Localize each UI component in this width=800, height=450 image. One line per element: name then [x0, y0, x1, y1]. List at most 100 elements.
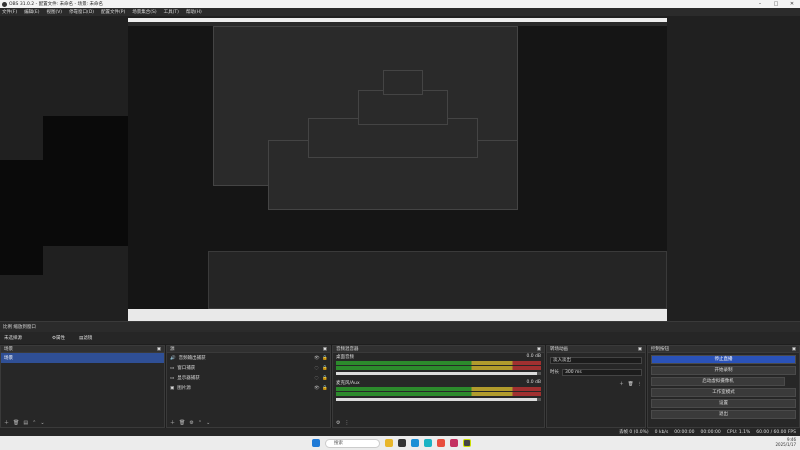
windows-start-icon[interactable]	[312, 439, 320, 447]
mixer-title: 音频混音器	[336, 347, 359, 352]
menu-help[interactable]: 帮助(H)	[186, 9, 202, 15]
preview-shadow	[43, 116, 128, 246]
duration-input[interactable]: 300 ms	[562, 368, 642, 376]
transitions-title: 转场动画	[550, 347, 568, 352]
menu-edit[interactable]: 编辑(E)	[24, 9, 39, 15]
record-time: 00:00:00	[700, 429, 721, 435]
nested-frame	[383, 70, 423, 95]
app-icon[interactable]	[424, 439, 432, 447]
channel-name: 桌面音频	[336, 355, 354, 360]
app-icon[interactable]	[398, 439, 406, 447]
scenes-title: 场景	[4, 347, 13, 352]
filter-icon[interactable]: ▤	[23, 420, 28, 426]
preview-ruler: 比例 缩放到窗口	[0, 321, 800, 332]
preview-shadow	[0, 160, 43, 275]
volume-meter	[336, 361, 541, 365]
up-icon[interactable]: ⌃	[198, 420, 202, 426]
bitrate: 0 kb/s	[654, 429, 669, 435]
filters-button[interactable]: ▤ 滤镜	[79, 335, 92, 342]
search-box[interactable]: 搜索	[325, 438, 380, 448]
window-icon: ▭	[170, 365, 175, 371]
source-toolbar: 未选择源 ⚙ 属性 ▤ 滤镜	[0, 332, 800, 344]
volume-slider[interactable]	[336, 398, 541, 401]
channel-name: 麦克风/Aux	[336, 381, 360, 386]
add-icon[interactable]: ＋	[619, 381, 624, 387]
scene-item[interactable]: 场景	[1, 353, 164, 363]
add-icon[interactable]: ＋	[170, 419, 175, 426]
sources-dock: 源 ▣ 🔊 音频输出捕获 👁 🔒 ▭ 窗口捕获 ◌ 🔒 ▭ 显示器捕获 ◌ 🔒 ▣ 图片源 👁 🔒 ＋ 🗑 ⚙…	[166, 345, 331, 428]
eye-icon[interactable]: 👁	[314, 356, 320, 361]
close-icon[interactable]: ✕	[784, 0, 800, 8]
gear-icon[interactable]: ⚙	[336, 420, 340, 426]
dock-menu-icon[interactable]: ▣	[537, 347, 541, 352]
status-bar: 丢帧 0 (0.0%) 0 kb/s 00:00:00 00:00:00 CPU…	[0, 428, 800, 436]
explorer-icon[interactable]	[385, 439, 393, 447]
exit-button[interactable]: 退出	[651, 410, 796, 419]
menu-bar: 文件(F) 编辑(E) 视图(V) 停靠窗口(D) 配置文件(P) 场景集合(S…	[0, 8, 800, 16]
lock-icon[interactable]: 🔒	[322, 366, 328, 371]
obs-icon[interactable]	[463, 439, 471, 447]
gear-icon[interactable]: ⚙	[189, 420, 193, 426]
remove-icon[interactable]: 🗑	[179, 420, 185, 426]
up-icon[interactable]: ⌃	[32, 420, 36, 426]
settings-button[interactable]: 设置	[651, 399, 796, 408]
source-item[interactable]: ▭ 显示器捕获 ◌ 🔒	[167, 373, 330, 383]
start-recording-button[interactable]: 开始录制	[651, 366, 796, 375]
menu-docks[interactable]: 停靠窗口(D)	[69, 9, 94, 15]
dock-menu-icon[interactable]: ▣	[323, 347, 327, 352]
menu-scene-collection[interactable]: 场景集合(S)	[132, 9, 156, 15]
volume-meter	[336, 387, 541, 391]
dock-menu-icon[interactable]: ▣	[792, 347, 796, 352]
chrome-icon[interactable]	[437, 439, 445, 447]
stop-streaming-button[interactable]: 停止直播	[651, 355, 796, 364]
more-icon[interactable]: ⋮	[344, 420, 349, 426]
menu-file[interactable]: 文件(F)	[2, 9, 17, 15]
lock-icon[interactable]: 🔒	[322, 356, 328, 361]
channel-db: 0.0 dB	[526, 380, 541, 385]
nested-docks	[208, 251, 667, 309]
maximize-icon[interactable]: □	[768, 0, 784, 8]
source-item[interactable]: ▭ 窗口捕获 ◌ 🔒	[167, 363, 330, 373]
mixer-channel: 桌面音频 0.0 dB	[333, 353, 544, 375]
taskbar: 搜索	[0, 436, 800, 450]
obs-logo-icon	[2, 1, 7, 7]
source-item[interactable]: 🔊 音频输出捕获 👁 🔒	[167, 353, 330, 363]
source-item[interactable]: ▣ 图片源 👁 🔒	[167, 383, 330, 393]
dock-menu-icon[interactable]: ▣	[157, 347, 161, 352]
stream-time: 00:00:00	[674, 429, 695, 435]
nested-taskbar	[128, 309, 667, 321]
speaker-icon: 🔊	[170, 355, 176, 361]
remove-icon[interactable]: 🗑	[13, 420, 19, 426]
studio-mode-button[interactable]: 工作室模式	[651, 388, 796, 397]
fps: 60.00 / 60.00 FPS	[756, 429, 796, 435]
edge-icon[interactable]	[411, 439, 419, 447]
audio-mixer-dock: 音频混音器 ▣ 桌面音频 0.0 dB 麦克风/Aux 0.0 dB ⚙ ⋮	[332, 345, 545, 428]
window-title: OBS 31.0.2 - 配置文件: 未命名 - 场景: 未命名	[9, 2, 104, 7]
menu-profile[interactable]: 配置文件(P)	[101, 9, 125, 15]
cpu-usage: CPU: 1.1%	[726, 429, 751, 435]
menu-tools[interactable]: 工具(T)	[164, 9, 179, 15]
remove-icon[interactable]: 🗑	[628, 382, 634, 387]
lock-icon[interactable]: 🔒	[322, 386, 328, 391]
app-icon[interactable]	[450, 439, 458, 447]
down-icon[interactable]: ⌄	[40, 420, 44, 426]
menu-view[interactable]: 视图(V)	[46, 9, 62, 15]
eye-icon[interactable]: 👁	[314, 386, 320, 391]
eye-off-icon[interactable]: ◌	[314, 366, 319, 371]
duration-label: 时长	[550, 370, 559, 375]
eye-off-icon[interactable]: ◌	[314, 376, 319, 381]
system-clock[interactable]: 9:46 2025/1/17	[775, 437, 796, 447]
mixer-channel: 麦克风/Aux 0.0 dB	[333, 379, 544, 401]
volume-slider[interactable]	[336, 372, 541, 375]
virtual-camera-button[interactable]: 启动虚拟摄像机	[651, 377, 785, 386]
transition-select[interactable]: 淡入淡出	[550, 356, 642, 364]
add-icon[interactable]: ＋	[4, 419, 9, 426]
lock-icon[interactable]: 🔒	[322, 376, 328, 381]
zoom-label[interactable]: 比例 缩放到窗口	[3, 324, 36, 330]
more-icon[interactable]: ⋮	[638, 382, 643, 387]
properties-button[interactable]: ⚙ 属性	[52, 335, 65, 342]
minimize-icon[interactable]: –	[752, 0, 768, 8]
controls-dock: 控制按钮 ▣ 停止直播 开始录制 启动虚拟摄像机 工作室模式 设置 退出	[647, 345, 800, 428]
down-icon[interactable]: ⌄	[206, 420, 210, 426]
dock-menu-icon[interactable]: ▣	[638, 347, 642, 352]
